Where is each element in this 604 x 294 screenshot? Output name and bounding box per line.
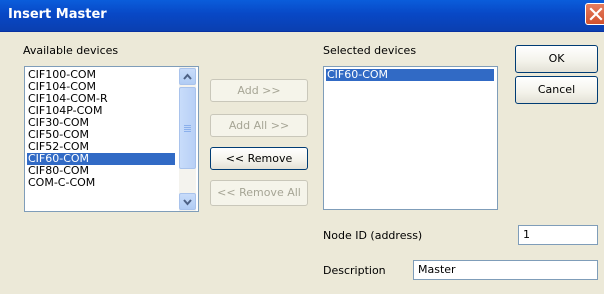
list-item[interactable]: COM-C-COM — [27, 177, 95, 189]
scroll-grip — [184, 129, 191, 130]
available-list-scrollbar[interactable] — [179, 67, 196, 211]
remove-all-button[interactable]: << Remove All — [210, 180, 308, 206]
title-bar[interactable]: Insert Master — [0, 0, 604, 32]
cancel-button-label: Cancel — [537, 83, 576, 96]
add-all-button[interactable]: Add All >> — [210, 114, 308, 137]
node-id-label: Node ID (address) — [323, 229, 423, 242]
scroll-grip — [184, 125, 191, 126]
selected-devices-label: Selected devices — [323, 44, 417, 57]
available-devices-label: Available devices — [23, 44, 119, 57]
window-title: Insert Master — [8, 7, 107, 22]
add-button[interactable]: Add >> — [210, 79, 308, 102]
insert-master-dialog: Insert Master Available devices CIF100-C… — [0, 0, 604, 294]
scroll-down-button[interactable] — [179, 193, 196, 210]
remove-button-label: << Remove — [225, 152, 293, 165]
scroll-thumb[interactable] — [179, 87, 196, 169]
close-icon — [589, 7, 603, 21]
description-label: Description — [323, 264, 386, 277]
scroll-up-button[interactable] — [179, 68, 196, 85]
scroll-grip — [184, 127, 191, 128]
node-id-field[interactable]: 1 — [518, 225, 598, 245]
scroll-up-arrow-icon — [183, 73, 192, 80]
cancel-button[interactable]: Cancel — [515, 76, 598, 104]
remove-button[interactable]: << Remove — [210, 147, 308, 170]
available-devices-list[interactable]: CIF100-COM CIF104-COM CIF104-COM-R CIF10… — [24, 66, 199, 212]
scroll-down-arrow-icon — [183, 199, 192, 206]
add-button-label: Add >> — [237, 84, 281, 97]
ok-button[interactable]: OK — [515, 45, 598, 73]
description-field[interactable]: Master — [413, 260, 598, 280]
ok-button-label: OK — [548, 52, 565, 65]
close-button[interactable] — [585, 3, 604, 25]
remove-all-button-label: << Remove All — [217, 186, 301, 199]
scroll-grip — [184, 131, 191, 132]
add-all-button-label: Add All >> — [228, 119, 290, 132]
list-item-selected[interactable]: CIF60-COM — [326, 69, 494, 81]
selected-devices-list[interactable]: CIF60-COM — [323, 66, 498, 210]
